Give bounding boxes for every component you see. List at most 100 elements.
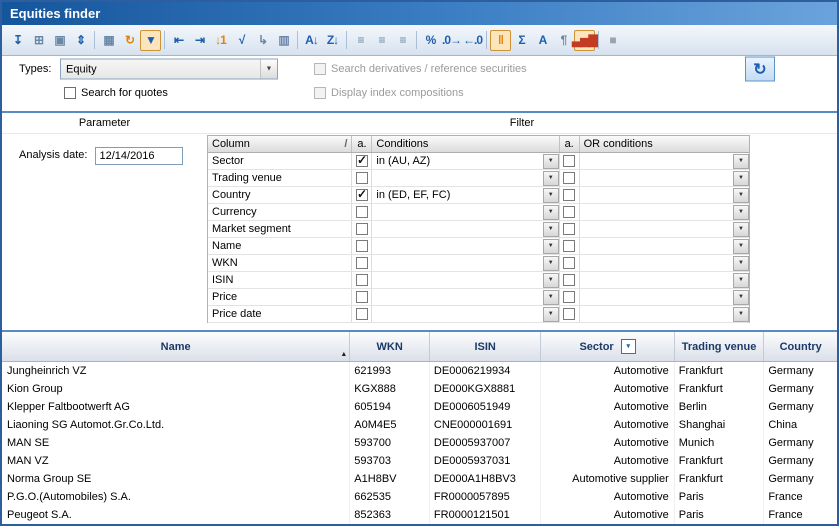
chevron-down-icon[interactable]: ▼	[733, 188, 749, 203]
filter-or-checkbox[interactable]	[560, 255, 580, 271]
filter-condition-cell[interactable]: in (AU, AZ)▼	[372, 153, 559, 169]
column-filter-button[interactable]: ▾	[621, 339, 636, 354]
column-header-wkn[interactable]: WKN	[350, 332, 430, 361]
sort-number-icon[interactable]: ↓1	[210, 30, 231, 51]
filter-or-condition-cell[interactable]: ▼	[580, 272, 749, 288]
expand-rows-icon[interactable]: ⇕	[70, 30, 91, 51]
chevron-down-icon[interactable]: ▼	[543, 188, 559, 203]
search-derivatives-checkbox[interactable]: Search derivatives / reference securitie…	[314, 63, 527, 75]
format-icon[interactable]: ¶	[553, 30, 574, 51]
refresh-icon[interactable]: ↻	[119, 30, 140, 51]
cascade-window-icon[interactable]: ▣	[49, 30, 70, 51]
filter-or-checkbox[interactable]	[560, 221, 580, 237]
analysis-date-input[interactable]	[95, 147, 183, 165]
filter-or-condition-cell[interactable]: ▼	[580, 204, 749, 220]
filter-column-name[interactable]: Sector	[208, 153, 352, 169]
chevron-down-icon[interactable]: ▼	[733, 239, 749, 254]
filter-column-name[interactable]: Name	[208, 238, 352, 254]
table-row[interactable]: MAN SE593700DE0005937007AutomotiveMunich…	[2, 434, 837, 452]
column-header-trading-venue[interactable]: Trading venue	[675, 332, 765, 361]
sum-icon[interactable]: Σ	[511, 30, 532, 51]
align-left-icon[interactable]: ≡	[350, 30, 371, 51]
filter-header-or-conditions[interactable]: OR conditions	[580, 136, 749, 152]
filter-or-condition-cell[interactable]: ▼	[580, 221, 749, 237]
filter-or-condition-cell[interactable]: ▼	[580, 238, 749, 254]
title-bar[interactable]: Equities finder	[2, 2, 837, 25]
table-row[interactable]: Norma Group SEA1H8BVDE000A1H8BV3Automoti…	[2, 470, 837, 488]
filter-or-checkbox[interactable]	[560, 238, 580, 254]
filter-condition-cell[interactable]: ▼	[372, 238, 559, 254]
chart-icon[interactable]: ▃▅▇	[574, 30, 595, 51]
chevron-down-icon[interactable]: ▼	[733, 256, 749, 271]
filter-or-checkbox[interactable]	[560, 170, 580, 186]
types-dropdown[interactable]: Equity ▼	[60, 59, 278, 80]
filter-icon[interactable]: ▼	[140, 30, 161, 51]
filter-or-checkbox[interactable]	[560, 306, 580, 322]
chevron-down-icon[interactable]: ▼	[733, 154, 749, 169]
step-right-icon[interactable]: ⇥	[189, 30, 210, 51]
filter-condition-cell[interactable]: ▼	[372, 272, 559, 288]
filter-and-checkbox[interactable]	[352, 255, 372, 271]
column-header-sector[interactable]: Sector ▾	[541, 332, 674, 361]
filter-column-name[interactable]: Trading venue	[208, 170, 352, 186]
filter-or-condition-cell[interactable]: ▼	[580, 289, 749, 305]
filter-and-checkbox[interactable]	[352, 272, 372, 288]
filter-condition-cell[interactable]: ▼	[372, 306, 559, 322]
chevron-down-icon[interactable]: ▼	[543, 154, 559, 169]
filter-or-condition-cell[interactable]: ▼	[580, 153, 749, 169]
filter-header-or-active[interactable]: a.	[560, 136, 580, 152]
chevron-down-icon[interactable]: ▼	[543, 205, 559, 220]
chevron-down-icon[interactable]: ▼	[733, 171, 749, 186]
highlight-columns-icon[interactable]: ‖	[490, 30, 511, 51]
search-quotes-checkbox[interactable]: Search for quotes	[64, 87, 168, 99]
chevron-down-icon[interactable]: ▼	[543, 239, 559, 254]
goto-start-icon[interactable]: ⇤	[168, 30, 189, 51]
filter-condition-cell[interactable]: ▼	[372, 221, 559, 237]
filter-column-name[interactable]: Market segment	[208, 221, 352, 237]
filter-column-name[interactable]: Price	[208, 289, 352, 305]
align-center-icon[interactable]: ≡	[371, 30, 392, 51]
chevron-down-icon[interactable]: ▼	[543, 222, 559, 237]
filter-column-name[interactable]: WKN	[208, 255, 352, 271]
calendar-icon[interactable]: ▦	[98, 30, 119, 51]
filter-or-checkbox[interactable]	[560, 272, 580, 288]
square-root-icon[interactable]: √	[231, 30, 252, 51]
filter-condition-cell[interactable]: ▼	[372, 170, 559, 186]
chevron-down-icon[interactable]: ▼	[260, 60, 277, 79]
filter-header-and[interactable]: a.	[352, 136, 372, 152]
filter-and-checkbox[interactable]	[352, 153, 372, 169]
filter-and-checkbox[interactable]	[352, 187, 372, 203]
table-row[interactable]: Klepper Faltbootwerft AG605194DE00060519…	[2, 398, 837, 416]
drill-down-icon[interactable]: ↳	[252, 30, 273, 51]
chevron-down-icon[interactable]: ▼	[733, 307, 749, 322]
filter-or-condition-cell[interactable]: ▼	[580, 255, 749, 271]
filter-condition-cell[interactable]: in (ED, EF, FC)▼	[372, 187, 559, 203]
column-header-country[interactable]: Country	[764, 332, 837, 361]
increase-decimal-icon[interactable]: .0→	[441, 30, 462, 51]
table-row[interactable]: Jungheinrich VZ621993DE0006219934Automot…	[2, 362, 837, 380]
chevron-down-icon[interactable]: ▼	[543, 307, 559, 322]
column-header-name[interactable]: Name ▲	[2, 332, 350, 361]
filter-and-checkbox[interactable]	[352, 289, 372, 305]
filter-column-name[interactable]: Price date	[208, 306, 352, 322]
chevron-down-icon[interactable]: ▼	[543, 256, 559, 271]
filter-column-name[interactable]: Currency	[208, 204, 352, 220]
filter-and-checkbox[interactable]	[352, 170, 372, 186]
filter-column-name[interactable]: Country	[208, 187, 352, 203]
filter-condition-cell[interactable]: ▼	[372, 289, 559, 305]
filter-or-checkbox[interactable]	[560, 187, 580, 203]
chevron-down-icon[interactable]: ▼	[543, 171, 559, 186]
filter-or-condition-cell[interactable]: ▼	[580, 187, 749, 203]
table-row[interactable]: Peugeot S.A.852363FR0000121501Automotive…	[2, 506, 837, 524]
table-row[interactable]: Liaoning SG Automot.Gr.Co.Ltd.A0M4E5CNE0…	[2, 416, 837, 434]
filter-and-checkbox[interactable]	[352, 238, 372, 254]
chevron-down-icon[interactable]: ▼	[543, 290, 559, 305]
display-index-checkbox[interactable]: Display index compositions	[314, 87, 464, 99]
sort-ascending-icon[interactable]: A↓	[301, 30, 322, 51]
filter-and-checkbox[interactable]	[352, 306, 372, 322]
decrease-decimal-icon[interactable]: ←.0	[462, 30, 483, 51]
table-row[interactable]: P.G.O.(Automobiles) S.A.662535FR00000578…	[2, 488, 837, 506]
chevron-down-icon[interactable]: ▼	[733, 290, 749, 305]
stop-icon[interactable]: ■	[602, 30, 623, 51]
font-icon[interactable]: A	[532, 30, 553, 51]
